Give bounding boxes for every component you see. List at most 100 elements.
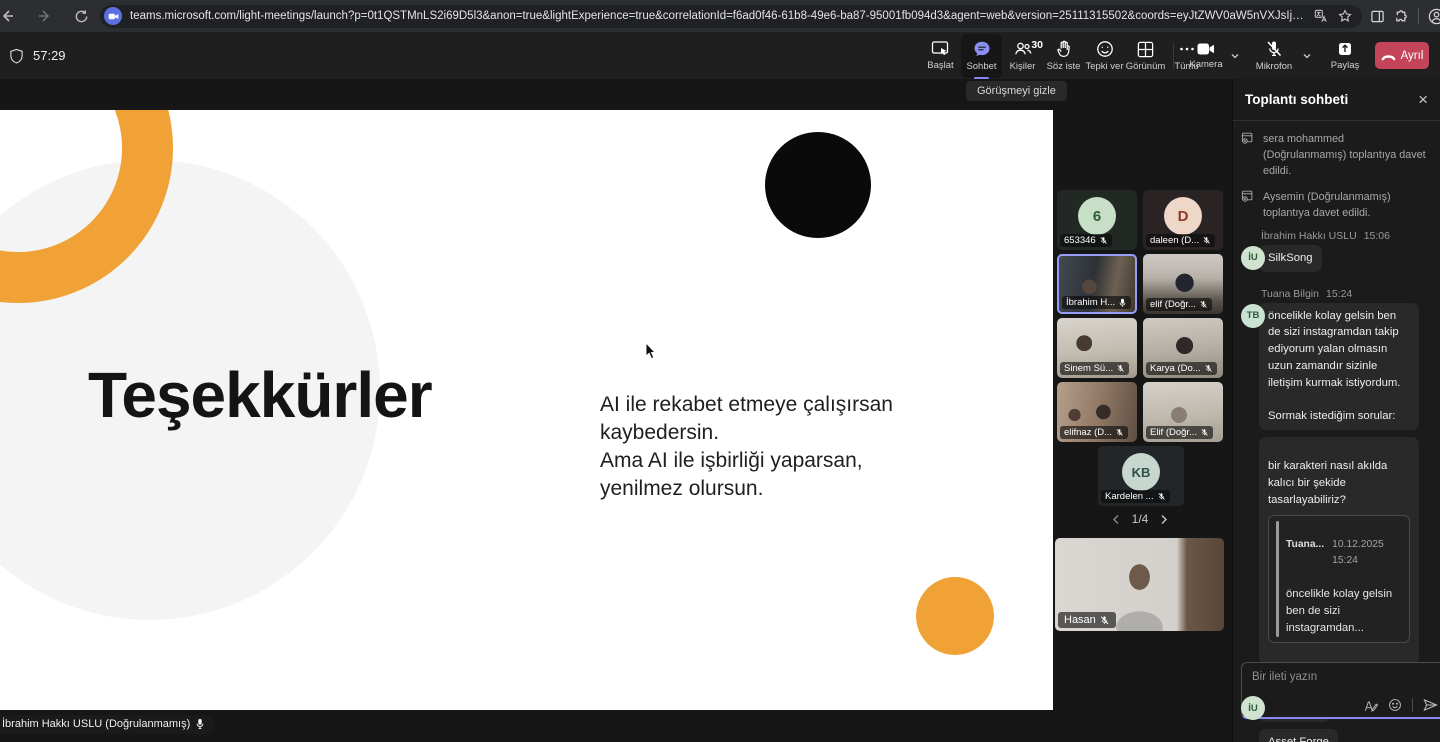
system-event: Aysemin (Doğrulanmamış) toplantıya davet…: [1241, 189, 1432, 221]
participant-tile[interactable]: Elif (Doğr...: [1143, 382, 1223, 442]
mic-on-icon: [195, 718, 205, 730]
emoji-icon[interactable]: [1388, 698, 1402, 712]
bookmark-star-icon[interactable]: [1338, 9, 1352, 23]
presentation-stage: Teşekkürler AI ile rekabet etmeye çalışı…: [0, 79, 1232, 742]
camera-label: Kamera: [1189, 59, 1222, 70]
participant-tile[interactable]: Sinem Sü...: [1057, 318, 1137, 378]
teams-meeting-window: teams.microsoft.com/light-meetings/launc…: [0, 0, 1440, 742]
chat-tooltip: Görüşmeyi gizle: [966, 81, 1067, 101]
chat-message-text: bir karakteri nasıl akılda kalıcı bir şe…: [1268, 460, 1387, 505]
participant-name: Hasan: [1064, 614, 1096, 626]
sender-name: İbrahim Hakkı USLU: [1261, 230, 1357, 242]
profile-icon[interactable]: [1428, 8, 1440, 25]
share-tray-button[interactable]: Paylaş: [1322, 34, 1368, 78]
people-label: Kişiler: [1010, 61, 1036, 72]
mic-chevron-icon[interactable]: [1302, 51, 1312, 61]
format-pen-icon[interactable]: [1364, 699, 1378, 712]
share-screen-label: Başlat: [927, 60, 953, 71]
mic-off-icon: [1099, 236, 1108, 245]
chat-panel: Toplantı sohbeti × sera mohammed (Doğrul…: [1232, 79, 1440, 742]
presenter-name: İbrahim Hakkı USLU (Doğrulanmamış): [2, 718, 190, 730]
participant-tile[interactable]: D daleen (D...: [1143, 190, 1223, 250]
message-time: 15:06: [1364, 230, 1390, 242]
message-sender-row: Tuana Bilgin15:24: [1261, 288, 1432, 300]
teams-favicon: [104, 7, 122, 25]
chat-message: Asset Forge: [1259, 729, 1338, 742]
meeting-timer: 57:29: [33, 48, 66, 63]
avatar: KB: [1122, 453, 1160, 491]
back-icon[interactable]: [0, 3, 20, 29]
message-group: TB öncelikle kolay gelsin ben de sizi in…: [1241, 303, 1432, 672]
chat-button[interactable]: Sohbet: [961, 34, 1002, 78]
translate-icon[interactable]: [1314, 9, 1328, 23]
people-button[interactable]: 30 Kişiler: [1002, 34, 1043, 78]
browser-chrome: teams.microsoft.com/light-meetings/launc…: [0, 0, 1440, 32]
presenter-name-pill: İbrahim Hakkı USLU (Doğrulanmamış): [0, 715, 213, 734]
camera-chevron-icon[interactable]: [1230, 51, 1240, 61]
participant-name: elifnaz (D...: [1064, 427, 1112, 438]
mic-button[interactable]: Mikrofon: [1248, 34, 1300, 78]
participant-tile-speaking[interactable]: İbrahim H...: [1057, 254, 1137, 314]
send-icon[interactable]: [1423, 698, 1438, 712]
spotlight-tile[interactable]: Hasan: [1055, 538, 1224, 631]
share-tray-label: Paylaş: [1331, 60, 1360, 71]
quote-author: Tuana...: [1286, 537, 1324, 567]
participant-name: Elif (Doğr...: [1150, 427, 1197, 438]
quote-time: 10.12.2025 15:24: [1332, 537, 1402, 567]
participant-name: Karya (Do...: [1150, 363, 1201, 374]
calendar-invite-icon: [1241, 131, 1255, 144]
participant-name: İbrahim H...: [1066, 297, 1115, 308]
slide-black-circle: [765, 132, 871, 238]
reload-icon[interactable]: [68, 3, 94, 29]
mic-off-icon: [1157, 492, 1166, 501]
chat-panel-title: Toplantı sohbeti: [1245, 92, 1348, 107]
quoted-message: Tuana... 10.12.2025 15:24 öncelikle kola…: [1268, 515, 1410, 643]
extensions-icon[interactable]: [1394, 9, 1409, 24]
share-screen-button[interactable]: Başlat: [920, 34, 961, 78]
shield-icon: [9, 48, 24, 64]
chat-message: SilkSong: [1259, 245, 1322, 272]
avatar: 6: [1078, 197, 1116, 235]
view-label: Görünüm: [1126, 61, 1166, 72]
slide-title: Teşekkürler: [88, 358, 432, 432]
message-input[interactable]: [1242, 663, 1440, 693]
leave-button[interactable]: Ayrıl: [1375, 42, 1429, 69]
url-text: teams.microsoft.com/light-meetings/launc…: [130, 10, 1306, 22]
message-group: İU SilkSong: [1241, 245, 1432, 279]
participant-tile[interactable]: elif (Doğr...: [1143, 254, 1223, 314]
system-event: sera mohammed (Doğrulanmamış) toplantıya…: [1241, 131, 1432, 180]
avatar: TB: [1241, 304, 1265, 328]
quote-text: öncelikle kolay gelsin ben de sizi insta…: [1286, 588, 1392, 633]
participant-tile[interactable]: elifnaz (D...: [1057, 382, 1137, 442]
camera-button[interactable]: Kamera: [1184, 34, 1228, 78]
page-indicator: 1/4: [1132, 512, 1149, 526]
mic-off-icon: [1199, 300, 1208, 309]
raise-hand-button[interactable]: Söz iste: [1043, 34, 1084, 78]
participant-name: elif (Doğr...: [1150, 299, 1196, 310]
sender-name: Tuana Bilgin: [1261, 288, 1319, 300]
forward-icon[interactable]: [32, 3, 58, 29]
close-icon[interactable]: ×: [1418, 91, 1428, 108]
mic-off-icon: [1099, 615, 1110, 626]
meeting-toolbar: 57:29 Başlat Sohbet 30 Kişiler Söz iste: [0, 32, 1440, 79]
view-button[interactable]: Görünüm: [1125, 34, 1166, 78]
participant-name: Sinem Sü...: [1064, 363, 1113, 374]
slide-orange-circle: [916, 577, 994, 655]
people-count: 30: [1031, 39, 1043, 51]
mic-on-icon: [1118, 298, 1127, 308]
chat-message-with-quote: bir karakteri nasıl akılda kalıcı bir şe…: [1259, 437, 1419, 665]
next-page-icon[interactable]: [1160, 514, 1168, 525]
participant-tile[interactable]: 6 653346: [1057, 190, 1137, 250]
participant-tile[interactable]: KB Kardelen ...: [1098, 446, 1184, 506]
message-compose-box[interactable]: [1241, 662, 1440, 719]
mic-off-icon: [1200, 428, 1209, 437]
participant-tile[interactable]: Karya (Do...: [1143, 318, 1223, 378]
shared-slide[interactable]: Teşekkürler AI ile rekabet etmeye çalışı…: [0, 110, 1053, 710]
rail-pager: 1/4: [1055, 512, 1225, 526]
mic-off-icon: [1204, 364, 1213, 373]
react-button[interactable]: Tepki ver: [1084, 34, 1125, 78]
prev-page-icon[interactable]: [1112, 514, 1120, 525]
mic-off-icon: [1202, 236, 1211, 245]
url-bar[interactable]: teams.microsoft.com/light-meetings/launc…: [100, 5, 1362, 28]
side-panel-icon[interactable]: [1370, 9, 1385, 24]
